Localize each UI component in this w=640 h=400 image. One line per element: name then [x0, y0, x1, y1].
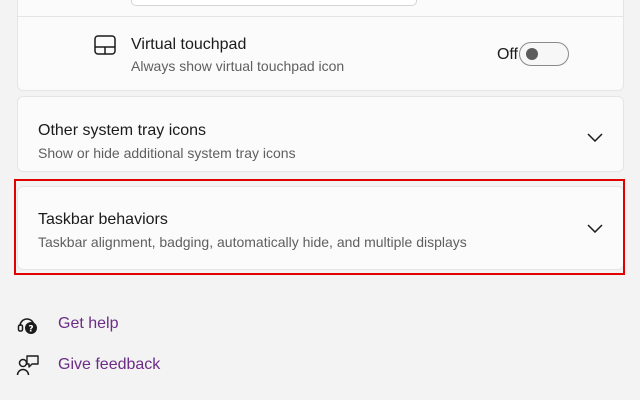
help-icon: ? [17, 318, 37, 335]
taskbar-behaviors-subtitle: Taskbar alignment, badging, automaticall… [38, 234, 467, 250]
svg-text:?: ? [28, 325, 33, 335]
other-system-tray-icons-expander[interactable]: Other system tray icons Show or hide add… [17, 96, 624, 172]
divider [18, 16, 623, 17]
toggle-knob [526, 48, 538, 60]
chevron-down-icon[interactable] [587, 223, 603, 233]
taskbar-behaviors-title: Taskbar behaviors [38, 211, 168, 228]
dropdown-partial[interactable] [131, 0, 417, 6]
taskbar-settings-page: Virtual touchpad Always show virtual tou… [0, 0, 640, 400]
virtual-touchpad-subtitle: Always show virtual touchpad icon [131, 58, 345, 74]
get-help-text[interactable]: Get help [58, 315, 118, 333]
give-feedback-text[interactable]: Give feedback [58, 356, 160, 374]
toggle-state-label: Off [496, 46, 518, 63]
touch-keyboard-card: Virtual touchpad Always show virtual tou… [17, 0, 624, 91]
other-tray-subtitle: Show or hide additional system tray icon… [38, 145, 296, 161]
virtual-touchpad-toggle[interactable] [519, 42, 569, 66]
taskbar-behaviors-expander[interactable]: Taskbar behaviors Taskbar alignment, bad… [17, 186, 624, 270]
feedback-icon [16, 355, 39, 376]
chevron-down-icon[interactable] [587, 132, 603, 142]
touchpad-icon [94, 35, 116, 55]
other-tray-title: Other system tray icons [38, 122, 207, 139]
virtual-touchpad-title: Virtual touchpad [131, 36, 247, 53]
